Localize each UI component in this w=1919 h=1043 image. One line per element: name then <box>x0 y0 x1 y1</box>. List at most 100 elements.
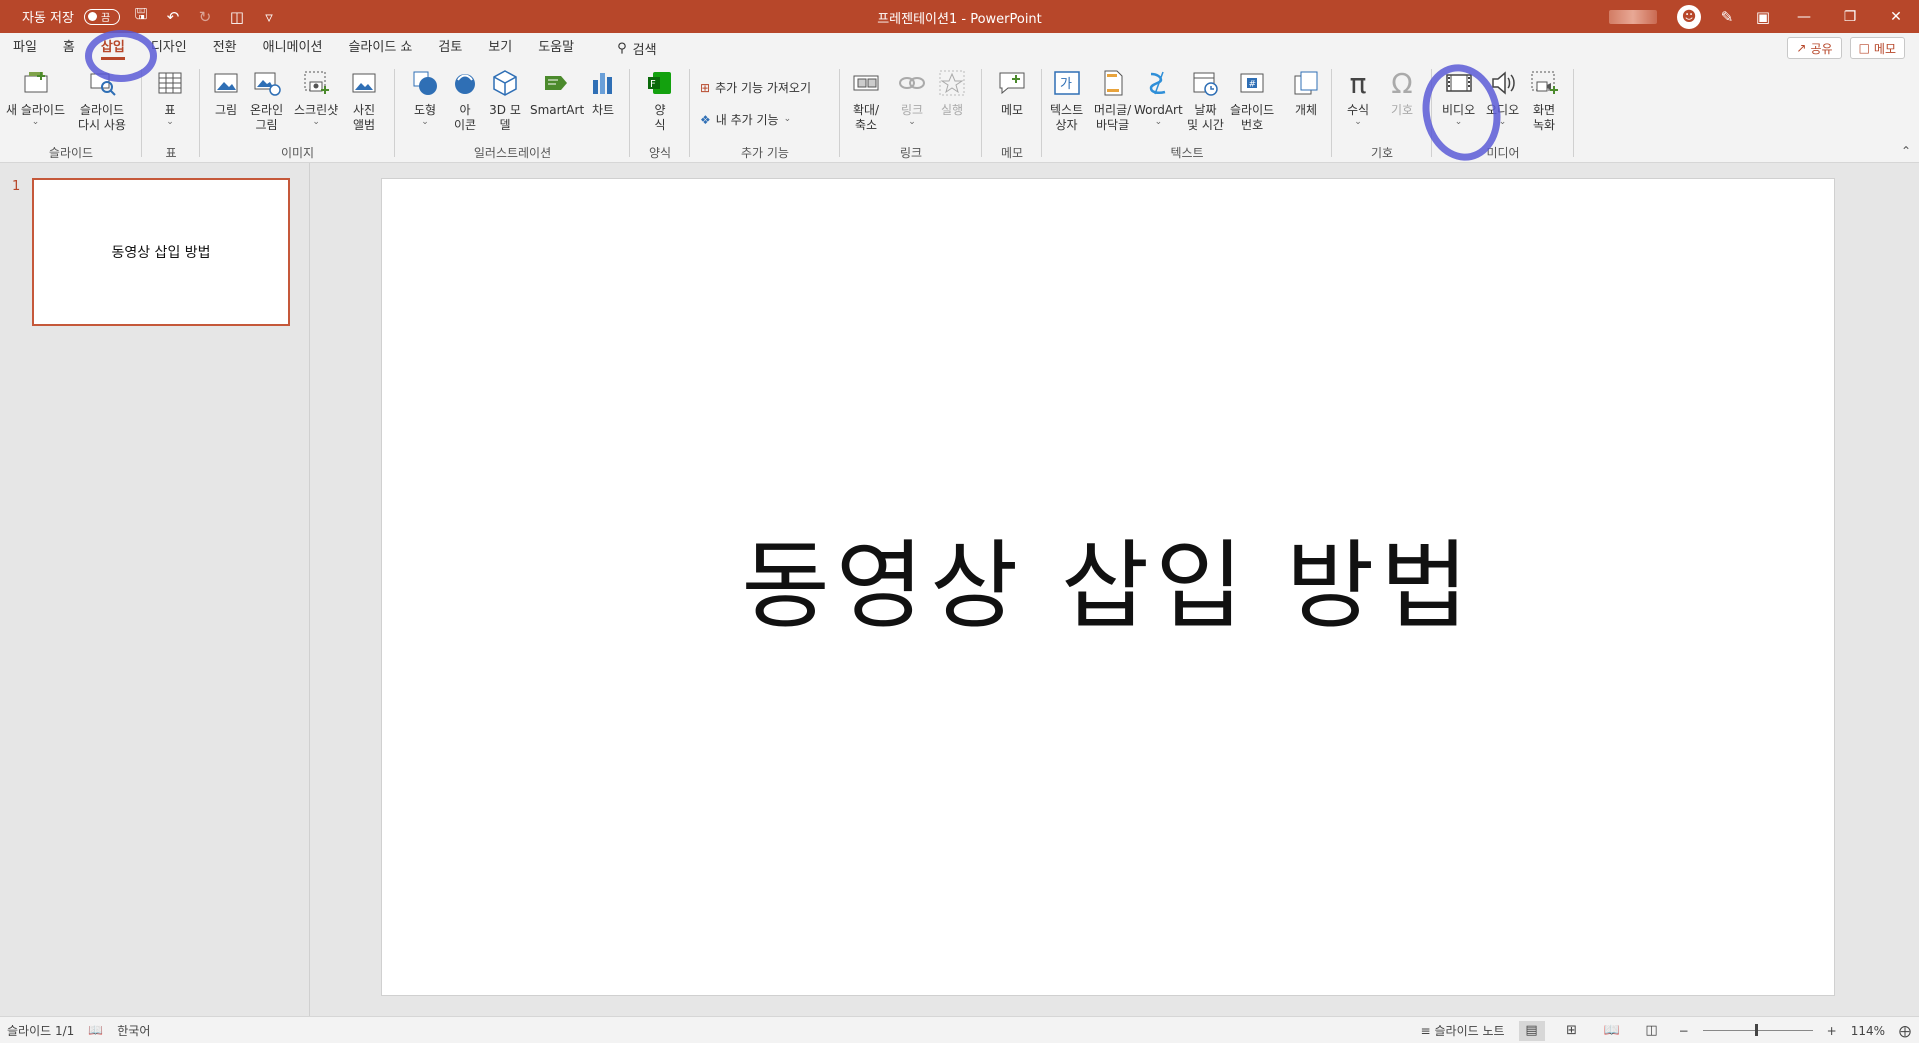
tab-transitions[interactable]: 전환 <box>200 33 250 63</box>
chart-button[interactable]: 차트 <box>587 67 619 118</box>
shapes-icon <box>409 67 441 99</box>
notes-button[interactable]: ≡ 슬라이드 노트 <box>1420 1022 1504 1039</box>
star-icon <box>936 67 968 99</box>
collapse-ribbon-icon[interactable]: ⌃ <box>1901 144 1911 158</box>
group-forms: F 양 식 양식 <box>630 63 690 163</box>
present-from-start-icon[interactable]: ◫ <box>226 8 248 26</box>
svg-text:F: F <box>650 79 656 90</box>
comments-label: 메모 <box>1873 41 1896 56</box>
account-avatar-icon[interactable]: ☻ <box>1677 4 1701 29</box>
slide-count: 슬라이드 1/1 <box>7 1023 75 1038</box>
comments-button[interactable]: □ 메모 <box>1849 37 1905 59</box>
slide-canvas[interactable]: 동영상 삽입 방법 <box>381 178 1835 996</box>
forms-button[interactable]: F 양 식 <box>644 67 676 133</box>
screen-recording-label-1: 화면 <box>1532 103 1556 117</box>
symbol-button[interactable]: Ω 기호 <box>1386 67 1418 118</box>
group-table: 표 ⌄ 표 <box>142 63 200 163</box>
date-time-button[interactable]: 날짜 및 시간 <box>1187 67 1224 133</box>
smartart-button[interactable]: SmartArt <box>530 67 584 118</box>
title-bar: 자동 저장 끔 🖫 ↶ ↻ ◫ ▿ 프레젠테이션1 - PowerPoint ☻… <box>0 0 1919 33</box>
screen-recording-button[interactable]: 화면 녹화 <box>1528 67 1560 133</box>
customize-qat-icon[interactable]: ▿ <box>258 8 280 26</box>
account-name-blurred[interactable] <box>1609 9 1657 24</box>
picture-icon <box>210 67 242 99</box>
search-box[interactable]: ⚲ 검색 <box>617 39 656 58</box>
slideshow-view-icon[interactable]: ◫ <box>1639 1021 1665 1041</box>
link-button[interactable]: 링크 ⌄ <box>896 67 928 127</box>
reading-view-icon[interactable]: 📖 <box>1599 1021 1625 1041</box>
icons-button[interactable]: 아 이콘 <box>449 67 481 133</box>
zoom-button[interactable]: 확대/ 축소 <box>850 67 882 133</box>
photo-album-button[interactable]: 사진 앨범 <box>348 67 380 133</box>
fit-to-window-icon[interactable]: ⨁ <box>1899 1024 1911 1038</box>
tab-animations[interactable]: 애니메이션 <box>250 33 336 63</box>
group-symbols: π 수식 ⌄ Ω 기호 기호 <box>1332 63 1432 163</box>
my-addins-button[interactable]: ❖ 내 추가 기능 ⌄ <box>700 111 791 128</box>
header-footer-button[interactable]: 머리글/ 바닥글 <box>1094 67 1131 133</box>
get-addins-button[interactable]: ⊞ 추가 기능 가져오기 <box>700 79 811 96</box>
accessibility-icon[interactable]: 📖 <box>88 1023 103 1037</box>
restore-icon[interactable]: ❐ <box>1827 0 1873 33</box>
date-time-label-1: 날짜 <box>1194 103 1217 117</box>
comment-icon: □ <box>1858 41 1870 55</box>
photo-album-label-1: 사진 <box>352 103 376 117</box>
zoom-in-icon[interactable]: + <box>1827 1024 1837 1038</box>
new-slide-button[interactable]: 새 슬라이드 ⌄ <box>6 67 65 127</box>
omega-icon: Ω <box>1391 66 1413 100</box>
slide-number-label-2: 번호 <box>1241 118 1264 132</box>
slide-title[interactable]: 동영상 삽입 방법 <box>741 508 1474 647</box>
zoom-level[interactable]: 114% <box>1851 1024 1885 1038</box>
zoom-slider-thumb[interactable] <box>1754 1024 1758 1036</box>
action-button[interactable]: 실행 <box>936 67 968 118</box>
autosave-toggle[interactable]: 끔 <box>83 8 120 25</box>
object-button[interactable]: 개체 <box>1290 67 1322 118</box>
undo-icon[interactable]: ↶ <box>162 8 184 26</box>
pictures-button[interactable]: 그림 <box>210 67 242 118</box>
ribbon-display-options-icon[interactable]: ▣ <box>1745 0 1781 33</box>
search-icon: ⚲ <box>617 40 627 56</box>
slide-thumbnail[interactable]: 동영상 삽입 방법 <box>32 178 290 326</box>
online-pictures-label-2: 그림 <box>255 118 278 132</box>
comment-label: 메모 <box>1000 103 1024 117</box>
zoom-out-icon[interactable]: − <box>1679 1024 1689 1038</box>
header-footer-label-1: 머리글/ <box>1094 103 1132 117</box>
equation-button[interactable]: π 수식 ⌄ <box>1342 67 1374 127</box>
tab-home[interactable]: 홈 <box>50 33 88 63</box>
language-indicator[interactable]: 한국어 <box>117 1022 150 1039</box>
screenshot-button[interactable]: 스크린샷 ⌄ <box>294 67 338 127</box>
slide-editor: 동영상 삽입 방법 <box>310 163 1919 1016</box>
shapes-button[interactable]: 도형 ⌄ <box>409 67 441 127</box>
slide-sorter-icon[interactable]: ⊞ <box>1559 1021 1585 1041</box>
online-pictures-button[interactable]: 온라인 그림 <box>250 67 283 133</box>
zoom-slider[interactable] <box>1702 1024 1813 1036</box>
tab-help[interactable]: 도움말 <box>525 33 587 63</box>
annotation-circle-insert-tab <box>85 30 157 82</box>
new-comment-button[interactable]: 메모 <box>996 67 1028 118</box>
table-label: 표 <box>164 103 176 117</box>
textbox-button[interactable]: 가 텍스트 상자 <box>1050 67 1083 133</box>
tab-review[interactable]: 검토 <box>425 33 475 63</box>
table-button[interactable]: 표 ⌄ <box>154 67 186 127</box>
close-icon[interactable]: ✕ <box>1873 0 1919 33</box>
group-images: 그림 온라인 그림 스크린샷 ⌄ 사진 앨범 이미지 <box>200 63 395 163</box>
minimize-icon[interactable]: — <box>1781 0 1827 33</box>
date-time-label-2: 및 시간 <box>1187 118 1224 132</box>
quick-access-toolbar: 자동 저장 끔 🖫 ↶ ↻ ◫ ▿ <box>0 0 280 33</box>
tab-slideshow[interactable]: 슬라이드 쇼 <box>335 33 425 63</box>
slide-number-icon: # <box>1236 67 1268 99</box>
tab-view[interactable]: 보기 <box>475 33 525 63</box>
header-footer-icon <box>1097 67 1129 99</box>
search-label: 검색 <box>632 42 657 58</box>
wordart-button[interactable]: WordArt ⌄ <box>1134 67 1183 127</box>
reuse-slides-label-1: 슬라이드 <box>79 103 125 117</box>
save-icon[interactable]: 🖫 <box>130 4 152 29</box>
slide-number-button[interactable]: # 슬라이드 번호 <box>1230 67 1274 133</box>
symbol-label: 기호 <box>1390 103 1414 117</box>
link-label: 링크 <box>900 103 924 117</box>
3d-models-button[interactable]: 3D 모 델 <box>489 67 521 133</box>
normal-view-icon[interactable]: ▤ <box>1518 1020 1545 1041</box>
share-button[interactable]: ↗ 공유 <box>1787 37 1842 59</box>
tab-file[interactable]: 파일 <box>0 33 50 63</box>
redo-icon[interactable]: ↻ <box>194 8 216 26</box>
pen-icon[interactable]: ✎ <box>1709 0 1745 33</box>
